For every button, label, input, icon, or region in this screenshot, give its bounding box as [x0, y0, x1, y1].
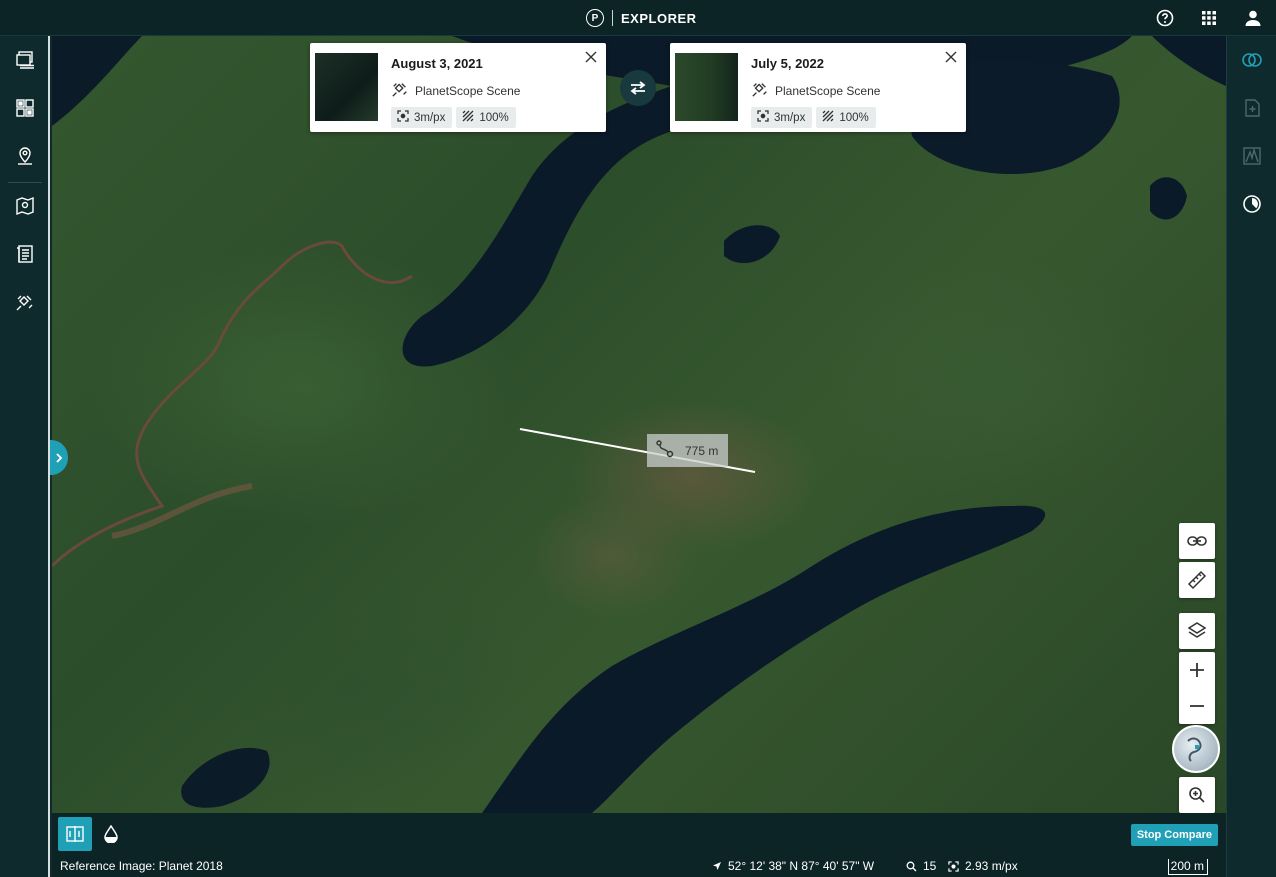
orders-icon[interactable]: [13, 242, 37, 266]
focus-icon: [948, 860, 959, 872]
map-canvas[interactable]: [52, 36, 1226, 813]
apps-grid-icon[interactable]: [1198, 7, 1220, 29]
left-rail: [0, 36, 50, 877]
swipe-mode-button[interactable]: [58, 817, 92, 851]
zoom-magnifier-icon: [1189, 787, 1205, 803]
coordinates-readout[interactable]: 52° 12' 38" N 87° 40' 57" W: [712, 859, 874, 873]
close-icon[interactable]: [584, 50, 598, 64]
scene-type: PlanetScope Scene: [415, 83, 521, 98]
places-icon[interactable]: [13, 144, 37, 168]
plus-icon: [1190, 663, 1204, 677]
resolution-chip: 3m/px: [391, 107, 453, 128]
reference-image-label: Reference Image: Planet 2018: [60, 859, 223, 873]
magnifier-icon: [906, 861, 917, 871]
stop-compare-button[interactable]: Stop Compare: [1130, 824, 1218, 846]
mosaics-icon[interactable]: [13, 96, 37, 120]
coverage-chip: 100%: [816, 107, 876, 128]
rail-divider: [8, 182, 42, 183]
focus-icon: [397, 110, 409, 125]
planet-logo-icon: P: [586, 9, 604, 27]
overview-globe[interactable]: [1172, 725, 1220, 773]
user-icon[interactable]: [1242, 7, 1264, 29]
right-rail: [1226, 36, 1276, 877]
swap-button[interactable]: [620, 70, 656, 106]
minus-icon: [1190, 705, 1204, 707]
satellite-icon: [391, 80, 409, 101]
scale-bar: 200 m: [1168, 859, 1208, 875]
scene-thumbnail: [675, 53, 738, 121]
focus-icon: [757, 110, 769, 125]
scene-date: July 5, 2022: [751, 56, 824, 71]
timelapse-icon[interactable]: [1240, 192, 1264, 216]
measure-distance-label[interactable]: 775 m: [647, 434, 728, 467]
compare-icon[interactable]: [1240, 48, 1264, 72]
opacity-mode-button[interactable]: [94, 817, 128, 851]
satellite-icon[interactable]: [13, 290, 37, 314]
compare-card-left[interactable]: August 3, 2021 PlanetScope Scene 3m/px 1…: [310, 43, 606, 132]
map-imagery: [52, 36, 1226, 813]
satellite-icon: [751, 80, 769, 101]
zoom-to-button[interactable]: [1179, 777, 1215, 813]
zoom-in-button[interactable]: [1179, 652, 1215, 688]
swap-arrows-icon: [630, 81, 646, 95]
zoom-controls: [1179, 652, 1215, 724]
location-arrow-icon: [713, 862, 721, 870]
help-icon[interactable]: [1154, 7, 1176, 29]
coverage-chip: 100%: [456, 107, 516, 128]
zoom-out-button[interactable]: [1179, 688, 1215, 724]
swipe-icon: [66, 826, 84, 842]
zoom-level-readout: 15: [906, 859, 936, 873]
app-title: EXPLORER: [621, 10, 697, 26]
share-link-button[interactable]: [1179, 523, 1215, 559]
link-icon: [1187, 536, 1207, 546]
coverage-icon: [822, 110, 834, 125]
layers-icon: [1187, 622, 1207, 638]
status-bar: Reference Image: Planet 2018 52° 12' 38"…: [52, 857, 1226, 877]
brand-separator: [612, 10, 613, 26]
close-icon[interactable]: [944, 50, 958, 64]
measure-button[interactable]: [1179, 562, 1215, 598]
scene-type: PlanetScope Scene: [775, 83, 881, 98]
top-bar: P EXPLORER: [0, 0, 1276, 36]
scene-thumbnail: [315, 53, 378, 121]
map-tasks-icon[interactable]: [13, 194, 37, 218]
droplet-icon: [104, 825, 118, 843]
compare-card-right[interactable]: July 5, 2022 PlanetScope Scene 3m/px 100…: [670, 43, 966, 132]
layers-button[interactable]: [1179, 613, 1215, 649]
bottom-toolbar: Stop Compare: [52, 813, 1226, 857]
brand[interactable]: P EXPLORER: [586, 8, 697, 28]
scene-date: August 3, 2021: [391, 56, 483, 71]
coverage-icon: [462, 110, 474, 125]
measure-path-icon: [655, 439, 675, 462]
chevron-right-icon: [56, 452, 63, 463]
search-layers-icon[interactable]: [13, 48, 37, 72]
spectral-icon[interactable]: [1240, 144, 1264, 168]
resolution-readout: 2.93 m/px: [948, 859, 1018, 873]
globe-icon: [1187, 737, 1202, 762]
resolution-chip: 3m/px: [751, 107, 813, 128]
ruler-icon: [1187, 570, 1207, 590]
add-image-icon[interactable]: [1240, 96, 1264, 120]
